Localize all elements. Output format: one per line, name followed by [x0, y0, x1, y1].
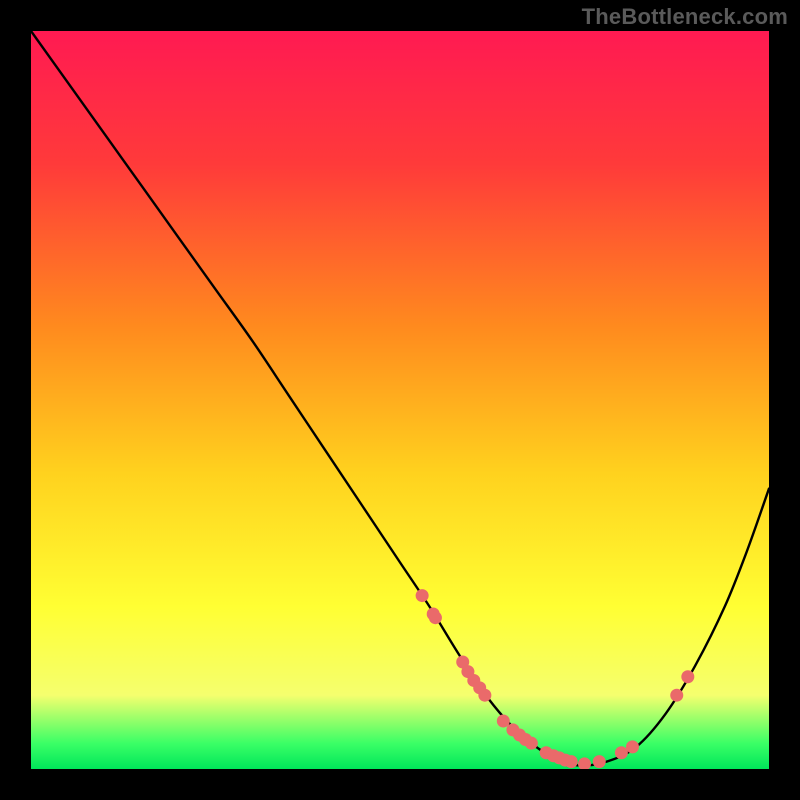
- data-marker: [670, 689, 683, 702]
- data-marker: [497, 715, 510, 728]
- data-marker: [525, 737, 538, 750]
- data-marker: [593, 755, 606, 768]
- watermark-text: TheBottleneck.com: [582, 4, 788, 30]
- gradient-background: [31, 31, 769, 769]
- chart-svg: [31, 31, 769, 769]
- data-marker: [626, 740, 639, 753]
- data-marker: [416, 589, 429, 602]
- data-marker: [565, 755, 578, 768]
- data-marker: [478, 689, 491, 702]
- chart-frame: TheBottleneck.com: [0, 0, 800, 800]
- data-marker: [681, 670, 694, 683]
- data-marker: [429, 611, 442, 624]
- plot-area: [31, 31, 769, 769]
- data-marker: [615, 746, 628, 759]
